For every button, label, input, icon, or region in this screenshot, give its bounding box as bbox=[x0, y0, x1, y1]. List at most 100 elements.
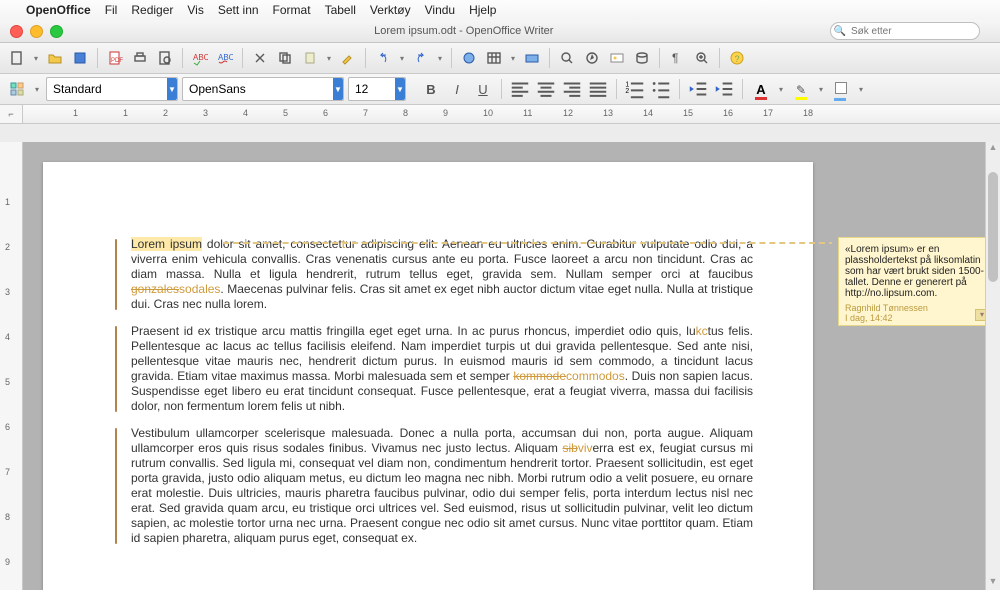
menu-rediger[interactable]: Rediger bbox=[131, 3, 173, 17]
highlight-dropdown[interactable]: ▾ bbox=[816, 85, 826, 94]
help-button[interactable]: ? bbox=[726, 47, 748, 69]
paragraph[interactable]: Vestibulum ullamcorper scelerisque males… bbox=[131, 426, 753, 546]
scroll-down-icon[interactable]: ▼ bbox=[986, 576, 1000, 590]
ruler-tick: 8 bbox=[403, 108, 408, 118]
font-size-input[interactable] bbox=[349, 79, 395, 99]
align-left-button[interactable] bbox=[509, 78, 531, 100]
app-name[interactable]: OpenOffice bbox=[26, 3, 91, 17]
paragraph-style-caret[interactable]: ▼ bbox=[167, 78, 177, 100]
datasources-button[interactable] bbox=[631, 47, 653, 69]
align-center-button[interactable] bbox=[535, 78, 557, 100]
menu-fil[interactable]: Fil bbox=[105, 3, 118, 17]
menu-verktoy[interactable]: Verktøy bbox=[370, 3, 411, 17]
minimize-icon[interactable] bbox=[30, 25, 43, 38]
search-input[interactable] bbox=[830, 22, 980, 40]
font-name-caret[interactable]: ▼ bbox=[333, 78, 343, 100]
bullet-list-button[interactable] bbox=[650, 78, 672, 100]
menu-settinn[interactable]: Sett inn bbox=[218, 3, 259, 17]
gallery-button[interactable] bbox=[606, 47, 628, 69]
ruler-tick: 17 bbox=[763, 108, 773, 118]
decrease-indent-button[interactable] bbox=[687, 78, 709, 100]
paragraph-style-input[interactable] bbox=[47, 79, 167, 99]
redo-button[interactable] bbox=[410, 47, 432, 69]
underline-button[interactable]: U bbox=[472, 78, 494, 100]
print-preview-button[interactable] bbox=[154, 47, 176, 69]
svg-text:?: ? bbox=[735, 54, 740, 64]
scroll-up-icon[interactable]: ▲ bbox=[986, 142, 1000, 156]
new-doc-dropdown[interactable]: ▾ bbox=[31, 54, 41, 63]
menu-hjelp[interactable]: Hjelp bbox=[469, 3, 496, 17]
font-size-combo[interactable]: ▼ bbox=[348, 77, 406, 101]
font-name-input[interactable] bbox=[183, 79, 333, 99]
change-bar-icon bbox=[115, 239, 117, 310]
vertical-ruler[interactable]: 1 2 3 4 5 6 7 8 9 10 bbox=[0, 142, 23, 590]
table-button[interactable] bbox=[483, 47, 505, 69]
bg-color-dropdown[interactable]: ▾ bbox=[856, 85, 866, 94]
numbered-list-button[interactable]: 12 bbox=[624, 78, 646, 100]
ruler-tick: 5 bbox=[283, 108, 288, 118]
new-doc-button[interactable] bbox=[6, 47, 28, 69]
show-draw-button[interactable] bbox=[521, 47, 543, 69]
inserted-text: sodales bbox=[179, 282, 220, 296]
auto-spellcheck-button[interactable]: ABC bbox=[214, 47, 236, 69]
format-paintbrush-button[interactable] bbox=[337, 47, 359, 69]
menu-vindu[interactable]: Vindu bbox=[425, 3, 455, 17]
italic-button[interactable]: I bbox=[446, 78, 468, 100]
spellcheck-button[interactable]: ABC bbox=[189, 47, 211, 69]
font-color-button[interactable]: A bbox=[750, 78, 772, 100]
horizontal-ruler[interactable]: ⌐ 1 1 2 3 4 5 6 7 8 9 10 11 12 13 14 15 … bbox=[0, 105, 1000, 124]
table-dropdown[interactable]: ▾ bbox=[508, 54, 518, 63]
close-icon[interactable] bbox=[10, 25, 23, 38]
svg-text:PDF: PDF bbox=[111, 58, 123, 64]
increase-indent-button[interactable] bbox=[713, 78, 735, 100]
ruler-tick: 6 bbox=[323, 108, 328, 118]
zoom-button[interactable] bbox=[691, 47, 713, 69]
scrollbar-thumb[interactable] bbox=[988, 172, 998, 282]
vertical-scrollbar[interactable]: ▲ ▼ bbox=[985, 142, 1000, 590]
export-pdf-button[interactable]: PDF bbox=[104, 47, 126, 69]
svg-text:2: 2 bbox=[625, 88, 629, 95]
document-canvas[interactable]: Lorem ipsum dolor sit amet, consectettur… bbox=[23, 142, 1000, 590]
cut-button[interactable] bbox=[249, 47, 271, 69]
align-right-button[interactable] bbox=[561, 78, 583, 100]
font-name-combo[interactable]: ▼ bbox=[182, 77, 344, 101]
nonprinting-button[interactable]: ¶ bbox=[666, 47, 688, 69]
bold-button[interactable]: B bbox=[420, 78, 442, 100]
comment-note[interactable]: «Lorem ipsum» er en plassholdertekst på … bbox=[838, 237, 994, 326]
styles-window-dropdown[interactable]: ▾ bbox=[32, 85, 42, 94]
page[interactable]: Lorem ipsum dolor sit amet, consectettur… bbox=[43, 162, 813, 590]
paragraph[interactable]: Praesent id ex tristique arcu mattis fri… bbox=[131, 324, 753, 414]
paragraph[interactable]: Lorem ipsum dolor sit amet, consectettur… bbox=[131, 237, 753, 312]
ruler-tick: 7 bbox=[5, 467, 10, 477]
undo-button[interactable] bbox=[372, 47, 394, 69]
menu-tabell[interactable]: Tabell bbox=[325, 3, 356, 17]
copy-button[interactable] bbox=[274, 47, 296, 69]
ruler-tick: 1 bbox=[123, 108, 128, 118]
ruler-tick: 4 bbox=[5, 332, 10, 342]
paste-dropdown[interactable]: ▾ bbox=[324, 54, 334, 63]
zoom-icon[interactable] bbox=[50, 25, 63, 38]
navigator-button[interactable] bbox=[581, 47, 603, 69]
menu-vis[interactable]: Vis bbox=[187, 3, 203, 17]
bg-color-button[interactable] bbox=[830, 78, 852, 100]
undo-dropdown[interactable]: ▾ bbox=[397, 54, 407, 63]
redo-dropdown[interactable]: ▾ bbox=[435, 54, 445, 63]
comment-text: «Lorem ipsum» er en plassholdertekst på … bbox=[845, 244, 987, 299]
hyperlink-button[interactable] bbox=[458, 47, 480, 69]
ruler-tick: 1 bbox=[73, 108, 78, 118]
save-button[interactable] bbox=[69, 47, 91, 69]
ruler-tick: 3 bbox=[203, 108, 208, 118]
menu-format[interactable]: Format bbox=[273, 3, 311, 17]
paste-button[interactable] bbox=[299, 47, 321, 69]
align-justify-button[interactable] bbox=[587, 78, 609, 100]
comments-column: «Lorem ipsum» er en plassholdertekst på … bbox=[832, 142, 1000, 590]
font-color-dropdown[interactable]: ▾ bbox=[776, 85, 786, 94]
font-size-caret[interactable]: ▼ bbox=[395, 78, 405, 100]
open-button[interactable] bbox=[44, 47, 66, 69]
paragraph-style-combo[interactable]: ▼ bbox=[46, 77, 178, 101]
find-button[interactable] bbox=[556, 47, 578, 69]
highlight-button[interactable]: ✎ bbox=[790, 78, 812, 100]
styles-window-button[interactable] bbox=[6, 78, 28, 100]
print-button[interactable] bbox=[129, 47, 151, 69]
ruler-tick: 7 bbox=[363, 108, 368, 118]
